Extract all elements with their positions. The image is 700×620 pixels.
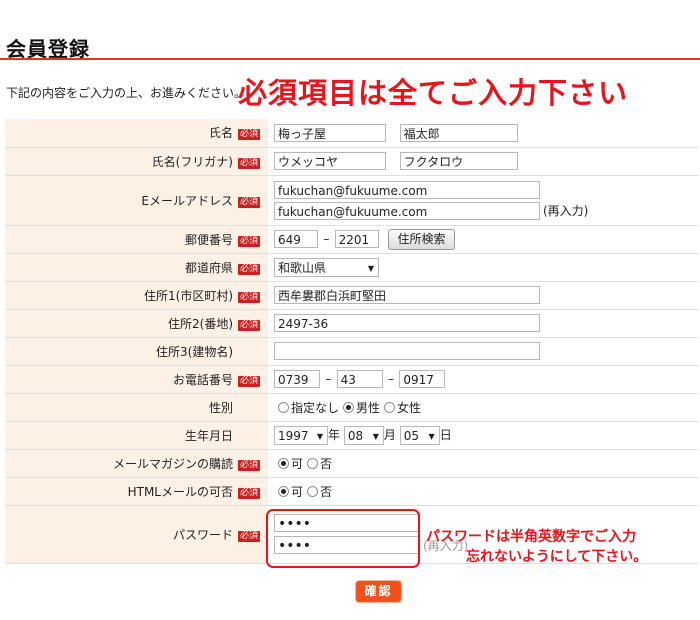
phone-separator: – xyxy=(325,372,332,386)
birth-year-select[interactable]: 1997 ▼ xyxy=(274,425,328,445)
year-unit: 年 xyxy=(328,427,341,442)
gender-male-radio[interactable] xyxy=(343,401,355,413)
html-mail-no-label: 否 xyxy=(320,484,333,499)
newsletter-no-radio[interactable] xyxy=(307,457,319,469)
address3-input[interactable] xyxy=(274,342,540,360)
row-gender: 性別 指定なし 男性 女性 xyxy=(5,393,698,422)
required-badge: 必須 xyxy=(238,129,261,141)
prefecture-selected: 和歌山県 xyxy=(278,260,327,275)
email-label: Eメールアドレス xyxy=(5,175,236,226)
last-name-kana-input[interactable]: ウメッコヤ xyxy=(274,152,386,170)
title-divider xyxy=(0,58,700,60)
prefecture-label: 都道府県 xyxy=(5,253,236,282)
zip-label: 郵便番号 xyxy=(5,225,236,254)
gender-label: 性別 xyxy=(5,393,236,422)
password-note: パスワードは半角英数字でご入力 忘れないようにして下さい。 xyxy=(426,527,647,567)
row-email: Eメールアドレス 必須 fukuchan@fukuume.com fukucha… xyxy=(5,175,698,226)
birth-day-value: 05 xyxy=(403,428,419,443)
gender-none-label: 指定なし xyxy=(291,400,340,415)
password-highlight-box xyxy=(266,509,420,568)
address2-label: 住所2(番地) xyxy=(5,309,236,338)
phone-label: お電話番号 xyxy=(5,365,236,394)
zip-part2-input[interactable]: 2201 xyxy=(334,230,379,248)
phone-part3-input[interactable]: 0917 xyxy=(399,370,446,388)
newsletter-label: メールマガジンの購読 xyxy=(5,449,236,478)
required-banner: 必須項目は全てご入力下さい xyxy=(238,76,629,110)
email-reenter-suffix: (再入力) xyxy=(543,204,589,218)
password-label: パスワード xyxy=(5,505,236,564)
address1-label: 住所1(市区町村) xyxy=(5,281,236,310)
gender-male-label: 男性 xyxy=(356,400,381,415)
row-birthday: 生年月日 1997 ▼ 年 08 ▼ 月 05 ▼ 日 xyxy=(5,421,698,450)
html-mail-yes-label: 可 xyxy=(291,484,304,499)
birth-year-value: 1997 xyxy=(278,428,309,443)
intro-text: 下記の内容をご入力の上、お進みください。 xyxy=(6,86,247,100)
gender-female-radio[interactable] xyxy=(384,401,396,413)
row-kana: 氏名(フリガナ) 必須 ウメッコヤ フクタロウ xyxy=(5,147,698,176)
chevron-down-icon: ▼ xyxy=(372,431,379,441)
row-prefecture: 都道府県 必須 和歌山県 ▼ xyxy=(5,253,698,282)
gender-none-radio[interactable] xyxy=(278,401,289,413)
chevron-down-icon: ▼ xyxy=(316,431,323,441)
address-search-button[interactable]: 住所検索 xyxy=(388,228,455,250)
row-address2: 住所2(番地) 必須 2497-36 xyxy=(5,309,698,338)
chevron-down-icon: ▼ xyxy=(428,431,435,441)
row-zip: 郵便番号 必須 649 – 2201 住所検索 xyxy=(5,225,698,254)
gender-female-label: 女性 xyxy=(397,400,422,415)
row-address3: 住所3(建物名) xyxy=(5,337,698,366)
last-name-input[interactable]: 梅っ子屋 xyxy=(274,123,386,142)
first-name-input[interactable]: 福太郎 xyxy=(399,123,518,142)
required-badge: 必須 xyxy=(238,196,261,208)
required-badge: 必須 xyxy=(238,459,261,471)
birth-month-select[interactable]: 08 ▼ xyxy=(343,425,384,445)
html-mail-yes-radio[interactable] xyxy=(278,485,289,497)
birth-month-value: 08 xyxy=(347,428,364,443)
day-unit: 日 xyxy=(439,427,452,442)
html-mail-label: HTMLメールの可否 xyxy=(5,477,236,506)
prefecture-select[interactable]: 和歌山県 ▼ xyxy=(274,257,379,277)
required-badge: 必須 xyxy=(238,487,261,499)
html-mail-no-radio[interactable] xyxy=(307,485,319,497)
row-html-mail: HTMLメールの可否 必須 可 否 xyxy=(5,477,698,506)
required-badge: 必須 xyxy=(238,530,261,542)
newsletter-no-label: 否 xyxy=(320,456,333,471)
password-note-line2: 忘れないようにして下さい。 xyxy=(466,549,648,565)
birthday-label: 生年月日 xyxy=(5,421,236,450)
phone-separator: – xyxy=(387,372,394,386)
email-input[interactable]: fukuchan@fukuume.com xyxy=(274,180,540,199)
required-badge: 必須 xyxy=(238,319,261,331)
required-badge: 必須 xyxy=(238,157,261,169)
row-address1: 住所1(市区町村) 必須 西牟婁郡白浜町堅田 xyxy=(5,281,698,310)
password-note-line1: パスワードは半角英数字でご入力 xyxy=(426,529,636,545)
phone-part1-input[interactable]: 0739 xyxy=(274,370,320,388)
kana-label: 氏名(フリガナ) xyxy=(5,147,236,176)
required-badge: 必須 xyxy=(238,375,261,387)
required-badge: 必須 xyxy=(238,291,261,303)
row-name: 氏名 必須 梅っ子屋 福太郎 xyxy=(5,119,698,148)
month-unit: 月 xyxy=(383,427,396,442)
phone-part2-input[interactable]: 43 xyxy=(336,370,383,388)
chevron-down-icon: ▼ xyxy=(367,263,374,273)
row-phone: お電話番号 必須 0739 – 43 – 0917 xyxy=(5,365,698,394)
required-badge: 必須 xyxy=(238,235,261,247)
name-label: 氏名 xyxy=(5,119,236,148)
newsletter-yes-label: 可 xyxy=(291,456,304,471)
row-newsletter: メールマガジンの購読 必須 可 否 xyxy=(5,449,698,478)
required-badge: 必須 xyxy=(238,263,261,275)
newsletter-yes-radio[interactable] xyxy=(278,457,289,469)
confirm-button[interactable]: 確認 xyxy=(356,581,401,602)
birth-day-select[interactable]: 05 ▼ xyxy=(399,425,440,445)
address2-input[interactable]: 2497-36 xyxy=(274,314,540,332)
address3-label: 住所3(建物名) xyxy=(5,337,236,366)
registration-form: 氏名 必須 梅っ子屋 福太郎 氏名(フリガナ) 必須 ウメッコヤ フクタロウ E… xyxy=(5,119,698,564)
email-confirm-input[interactable]: fukuchan@fukuume.com xyxy=(274,201,540,220)
zip-part1-input[interactable]: 649 xyxy=(274,230,318,248)
first-name-kana-input[interactable]: フクタロウ xyxy=(399,152,518,170)
address1-input[interactable]: 西牟婁郡白浜町堅田 xyxy=(274,286,540,304)
zip-separator: – xyxy=(323,232,330,246)
